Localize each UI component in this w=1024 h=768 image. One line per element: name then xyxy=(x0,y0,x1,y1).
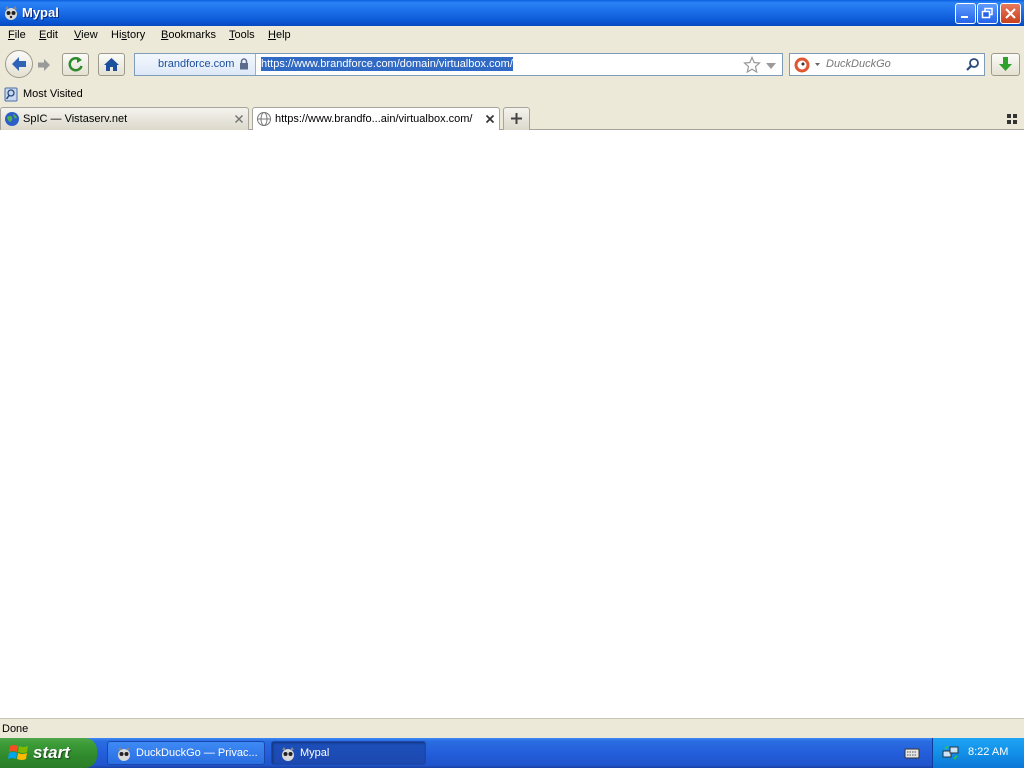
keyboard-language-icon[interactable] xyxy=(904,746,920,763)
most-visited-folder-icon xyxy=(4,87,19,105)
menu-file[interactable]: File xyxy=(8,29,26,41)
lock-icon xyxy=(239,58,249,73)
back-arrow-icon xyxy=(12,57,26,71)
taskbar-item-label: DuckDuckGo — Privac... xyxy=(136,747,258,759)
page-content[interactable] xyxy=(0,130,1024,718)
downloads-button[interactable] xyxy=(991,53,1020,76)
home-button[interactable] xyxy=(98,53,125,76)
tab-brandforce[interactable]: https://www.brandfo...ain/virtualbox.com… xyxy=(252,107,500,131)
system-tray: 8:22 AM xyxy=(932,738,1024,768)
menu-view-accel: V xyxy=(74,29,82,41)
bookmark-label: Most Visited xyxy=(23,88,83,100)
status-bar: Done xyxy=(0,718,1024,738)
forward-button[interactable] xyxy=(34,55,56,75)
duckduckgo-engine-icon[interactable] xyxy=(793,56,823,77)
forward-arrow-icon xyxy=(38,59,50,71)
download-arrow-icon xyxy=(999,57,1012,71)
status-text: Done xyxy=(2,723,29,735)
menu-bookmarks[interactable]: Bookmarks xyxy=(161,29,216,41)
back-button[interactable] xyxy=(5,50,33,78)
reload-button[interactable] xyxy=(62,53,89,76)
url-dropdown-icon[interactable] xyxy=(765,61,777,73)
start-button[interactable]: start xyxy=(0,738,97,768)
taskbar: start DuckDuckGo — Privac... Mypal 8:22 … xyxy=(0,738,1024,768)
default-page-favicon-icon xyxy=(256,111,272,130)
site-identity-button[interactable]: brandforce.com xyxy=(135,54,256,75)
mypal-app-icon xyxy=(3,5,19,21)
plus-icon xyxy=(511,113,522,124)
title-bar[interactable]: Mypal xyxy=(0,0,1024,26)
navigation-toolbar: brandforce.com https://www.brandforce.co… xyxy=(0,46,1024,84)
menu-history-accel: s xyxy=(121,29,127,41)
taskbar-item-label: Mypal xyxy=(300,747,330,759)
menu-help[interactable]: Help xyxy=(268,29,291,41)
network-icon[interactable] xyxy=(942,745,960,764)
clock[interactable]: 8:22 AM xyxy=(968,746,1008,758)
tab-strip: SpIC — Vistaserv.net https://www.brandfo… xyxy=(0,105,1024,131)
mypal-app-icon xyxy=(280,746,296,765)
browser-window: Mypal File Edit View History Bookmarks T… xyxy=(0,0,1024,738)
url-text-selected: https://www.brandforce.com/domain/virtua… xyxy=(261,57,513,71)
url-input[interactable]: https://www.brandforce.com/domain/virtua… xyxy=(261,57,513,71)
list-all-tabs-icon[interactable] xyxy=(1006,113,1018,128)
home-icon xyxy=(104,58,119,71)
close-button[interactable] xyxy=(1000,3,1021,24)
restore-button[interactable] xyxy=(977,3,998,24)
start-label: start xyxy=(33,743,70,762)
menu-history[interactable]: History xyxy=(111,29,145,41)
taskbar-item-duckduckgo[interactable]: DuckDuckGo — Privac... xyxy=(107,741,265,765)
menu-tools-accel: T xyxy=(229,29,235,41)
menu-tools[interactable]: Tools xyxy=(229,29,255,41)
tab-label: https://www.brandfo...ain/virtualbox.com… xyxy=(275,113,473,125)
tab-spic-vistaserv[interactable]: SpIC — Vistaserv.net xyxy=(0,107,249,130)
search-input[interactable]: DuckDuckGo xyxy=(826,58,891,70)
search-magnifier-icon[interactable] xyxy=(965,57,981,76)
window-title: Mypal xyxy=(22,5,59,20)
menu-edit[interactable]: Edit xyxy=(39,29,58,41)
url-bar[interactable]: brandforce.com https://www.brandforce.co… xyxy=(134,53,783,76)
search-bar[interactable]: DuckDuckGo xyxy=(789,53,985,76)
menu-file-accel: F xyxy=(8,29,15,41)
new-tab-button[interactable] xyxy=(503,107,530,130)
tab-label: SpIC — Vistaserv.net xyxy=(23,113,128,125)
menu-bar: File Edit View History Bookmarks Tools H… xyxy=(0,26,1024,46)
mypal-app-icon xyxy=(116,746,132,765)
menu-help-accel: H xyxy=(268,29,276,41)
menu-edit-accel: E xyxy=(39,29,47,41)
taskbar-item-mypal[interactable]: Mypal xyxy=(271,741,426,765)
bookmark-star-icon[interactable] xyxy=(743,56,761,77)
menu-bookmarks-accel: B xyxy=(161,29,169,41)
globe-favicon-icon xyxy=(4,111,20,130)
reload-icon xyxy=(68,57,83,72)
windows-logo-icon xyxy=(8,743,30,766)
bookmarks-toolbar: Most Visited xyxy=(0,84,1024,105)
tab-close-icon[interactable] xyxy=(233,113,245,125)
menu-view[interactable]: View xyxy=(74,29,98,41)
tab-close-icon[interactable] xyxy=(484,113,496,125)
minimize-button[interactable] xyxy=(955,3,976,24)
identity-host: brandforce.com xyxy=(158,58,235,70)
